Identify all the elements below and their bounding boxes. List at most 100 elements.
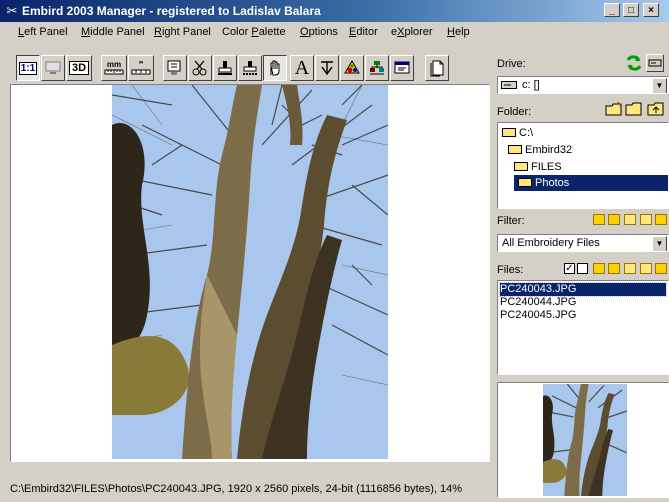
tree-item-root[interactable]: C:\ bbox=[502, 125, 533, 141]
scissors-button[interactable] bbox=[188, 55, 212, 81]
menu-editor[interactable]: Editor bbox=[349, 26, 378, 38]
files-details-icon[interactable] bbox=[640, 263, 652, 274]
monitor-icon bbox=[167, 60, 181, 75]
screen-icon bbox=[45, 61, 61, 74]
thumbnail-image[interactable] bbox=[543, 384, 627, 496]
network-drive-icon bbox=[648, 59, 662, 67]
filter-details-icon[interactable] bbox=[640, 214, 652, 225]
monitor-button[interactable] bbox=[163, 55, 187, 81]
files-list-icon[interactable] bbox=[624, 263, 636, 274]
window-title: Embird 2003 Manager - registered to Ladi… bbox=[22, 4, 321, 18]
files-view-icon-1[interactable] bbox=[593, 263, 605, 274]
folder-tree: C:\ Embird32 FILES Photos bbox=[497, 122, 669, 209]
stamp-button[interactable] bbox=[213, 55, 237, 81]
palette-button[interactable] bbox=[340, 55, 364, 81]
tree-item-photos[interactable]: Photos bbox=[514, 175, 668, 191]
drive-label: Drive: bbox=[497, 58, 526, 70]
files-label: Files: bbox=[497, 264, 524, 276]
menu-explorer[interactable]: eXplorer bbox=[391, 26, 433, 38]
embird-scissors-icon[interactable]: ✂ bbox=[4, 3, 20, 19]
filter-label: Filter: bbox=[497, 215, 525, 227]
document-button[interactable] bbox=[425, 55, 449, 81]
menu-left-panel[interactable]: Left Panel bbox=[18, 26, 68, 38]
view-3d-button[interactable]: 3D bbox=[66, 55, 92, 81]
menu-color-palette[interactable]: Color Palette bbox=[222, 26, 286, 38]
view-3d-icon: 3D bbox=[68, 61, 90, 75]
menu-bar: Left Panel Middle Panel Right Panel Colo… bbox=[0, 22, 669, 42]
status-file-info: C:\Embird32\FILES\Photos\PC240043.JPG, 1… bbox=[10, 483, 463, 495]
files-grid-icon[interactable] bbox=[655, 263, 667, 274]
units-inch-button[interactable]: " bbox=[128, 55, 154, 81]
file-item[interactable]: PC240043.JPG bbox=[499, 282, 667, 297]
file-item[interactable]: PC240045.JPG bbox=[500, 309, 576, 322]
folder-label: Folder: bbox=[497, 106, 532, 118]
menu-options[interactable]: Options bbox=[300, 26, 338, 38]
maximize-button[interactable]: □ bbox=[623, 3, 639, 17]
view-1to1-button[interactable]: 1:1 bbox=[16, 55, 40, 81]
filter-select[interactable]: All Embroidery Files ▼ bbox=[497, 234, 669, 252]
preview-panel bbox=[10, 84, 490, 462]
view-1to1-icon: 1:1 bbox=[18, 61, 38, 75]
text-button[interactable]: A bbox=[290, 55, 314, 81]
tree-item-embird32[interactable]: Embird32 bbox=[508, 142, 572, 158]
refresh-button[interactable] bbox=[625, 54, 643, 72]
ruler-inch-icon: " bbox=[131, 60, 151, 75]
filter-value: All Embroidery Files bbox=[502, 237, 600, 249]
folder-open-icon bbox=[518, 178, 532, 187]
monogram-button[interactable] bbox=[315, 55, 339, 81]
folder-open-icon bbox=[502, 128, 516, 137]
status-bar: C:\Embird32\FILES\Photos\PC240043.JPG, 1… bbox=[10, 462, 490, 502]
menu-middle-panel[interactable]: Middle Panel bbox=[81, 26, 145, 38]
photo-preview[interactable] bbox=[112, 85, 388, 459]
select-all-checkbox[interactable]: ✓ bbox=[564, 263, 575, 274]
minimize-button[interactable]: _ bbox=[604, 3, 620, 17]
folder-up-icon bbox=[647, 102, 664, 116]
close-button[interactable]: × bbox=[643, 3, 659, 17]
palette-icon bbox=[344, 60, 360, 74]
menu-right-panel[interactable]: Right Panel bbox=[154, 26, 211, 38]
filter-view-icon-2[interactable] bbox=[608, 214, 620, 225]
toolbar: 1:1 3D mm " A bbox=[0, 52, 490, 86]
file-list: PC240043.JPG PC240044.JPG PC240045.JPG bbox=[497, 280, 669, 375]
network-drive-button[interactable] bbox=[646, 54, 664, 72]
chevron-down-icon[interactable]: ▼ bbox=[652, 236, 667, 251]
open-folder-button[interactable] bbox=[625, 100, 643, 118]
hand-button[interactable] bbox=[263, 55, 287, 81]
filter-list-icon[interactable] bbox=[624, 214, 636, 225]
folder-open-icon bbox=[514, 162, 528, 171]
ruler-mm-icon: mm bbox=[104, 60, 124, 75]
folder-up-button[interactable] bbox=[647, 100, 665, 118]
units-mm-button[interactable]: mm bbox=[101, 55, 127, 81]
stamp2-button[interactable] bbox=[238, 55, 262, 81]
folder-open-icon bbox=[508, 145, 522, 154]
new-folder-button[interactable] bbox=[605, 100, 623, 118]
window-button[interactable] bbox=[390, 55, 414, 81]
files-view-icon-2[interactable] bbox=[608, 263, 620, 274]
text-icon: A bbox=[294, 57, 310, 79]
hand-icon bbox=[270, 60, 280, 76]
monogram-icon bbox=[321, 61, 333, 76]
refresh-icon bbox=[626, 55, 642, 71]
filter-view-icon-1[interactable] bbox=[593, 214, 605, 225]
drive-select[interactable]: c: [] ▼ bbox=[497, 76, 669, 94]
right-panel: Drive: c: [] ▼ Folder: C:\ Embird32 FILE… bbox=[494, 52, 669, 502]
chevron-down-icon[interactable]: ▼ bbox=[652, 78, 667, 93]
screen-button[interactable] bbox=[41, 55, 65, 81]
window-icon bbox=[394, 61, 410, 74]
file-item[interactable]: PC240044.JPG bbox=[500, 296, 576, 309]
tree-button[interactable] bbox=[365, 55, 389, 81]
deselect-checkbox[interactable] bbox=[577, 263, 588, 274]
tree-icon bbox=[370, 61, 384, 75]
svg-text:mm: mm bbox=[107, 60, 121, 69]
drive-icon bbox=[501, 81, 517, 89]
folder-icon bbox=[625, 102, 642, 116]
filter-grid-icon[interactable] bbox=[655, 214, 667, 225]
tree-item-files[interactable]: FILES bbox=[514, 159, 562, 175]
title-bar: ✂ Embird 2003 Manager - registered to La… bbox=[0, 0, 669, 22]
document-icon bbox=[430, 60, 444, 77]
menu-help[interactable]: Help bbox=[447, 26, 470, 38]
stamp-icon bbox=[218, 61, 232, 75]
svg-text:": " bbox=[139, 60, 144, 71]
stamp2-icon bbox=[243, 61, 257, 75]
thumbnail-preview bbox=[497, 382, 669, 498]
